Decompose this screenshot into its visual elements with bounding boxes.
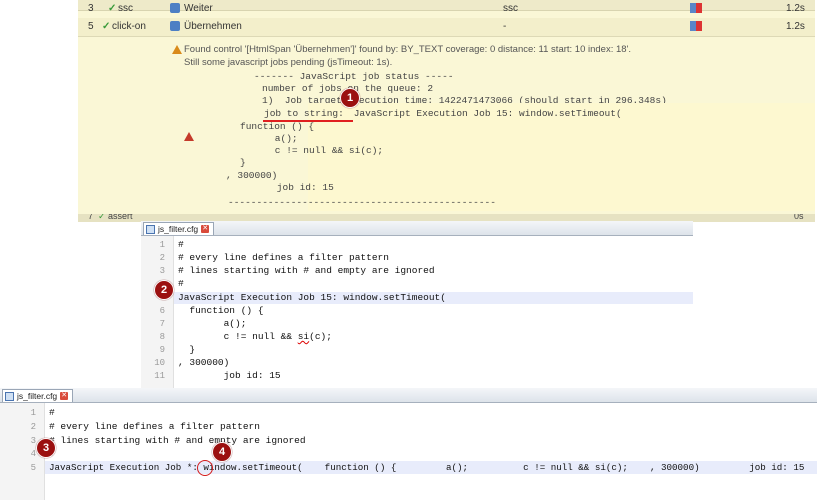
log-message-line1: Found control '[HtmlSpan 'Übernehmen']' …: [184, 44, 632, 55]
job-to-string-label: job to string:: [264, 108, 344, 119]
tab-label: js_filter.cfg: [158, 224, 199, 234]
code-line[interactable]: #: [178, 278, 184, 289]
code-segment: JavaScript Execution Job: [49, 462, 187, 473]
line-number: 8: [159, 332, 165, 342]
line-number: 10: [154, 358, 165, 368]
line-number: 6: [159, 306, 165, 316]
row-index: 7: [88, 214, 94, 221]
callout-badge-1: 1: [340, 88, 360, 108]
code-line[interactable]: job id: 15: [178, 370, 281, 381]
log-message-line2: Still some javascript jobs pending (jsTi…: [184, 57, 393, 68]
code-line[interactable]: #: [178, 239, 184, 250]
line-number: 9: [159, 345, 165, 355]
status-icon: [690, 3, 702, 16]
close-icon[interactable]: ✕: [60, 392, 69, 400]
close-icon[interactable]: ✕: [201, 225, 210, 233]
log-code-line: }: [240, 157, 246, 168]
line-number: 4: [30, 449, 36, 459]
row-label: click-on: [112, 21, 146, 32]
row-widget: Übernehmen: [184, 21, 242, 32]
tab-label: js_filter.cfg: [17, 391, 58, 401]
row-mid: ssc: [503, 3, 518, 14]
warning-icon: [172, 45, 182, 54]
log-row-click-on[interactable]: 5 ✓ click-on Übernehmen - 1.2s: [78, 18, 815, 37]
spelling-squiggle: si: [297, 331, 310, 342]
row-time: 0s: [794, 214, 804, 221]
log-code-line: ----------------------------------------…: [228, 197, 496, 208]
log-code-line: ------- JavaScript job status -----: [254, 71, 454, 82]
code-line[interactable]: #: [49, 407, 55, 418]
code-line[interactable]: # lines starting with # and empty are ig…: [49, 435, 306, 446]
log-code-line: c != null && si(c);: [252, 145, 384, 156]
code-line[interactable]: c != null && si(c);: [178, 331, 332, 342]
log-code-line: job id: 15: [254, 182, 334, 193]
code-line[interactable]: # every line defines a filter pattern: [178, 252, 389, 263]
row-time: 1.2s: [786, 21, 805, 32]
code-segment: c != null &&: [178, 331, 298, 342]
editor-js-filter-bottom[interactable]: js_filter.cfg ✕ 1 2 3 4 5 # # every line…: [0, 388, 817, 500]
line-number: 5: [30, 463, 36, 473]
log-code-line: a();: [252, 133, 298, 144]
callout-badge-4: 4: [212, 442, 232, 462]
tab-js-filter-cfg[interactable]: js_filter.cfg ✕: [143, 222, 215, 235]
line-number: 3: [30, 436, 36, 446]
check-icon: ✓: [102, 21, 111, 32]
file-icon: [146, 224, 155, 234]
widget-icon: [170, 21, 180, 34]
red-circle-mark: [197, 460, 213, 476]
file-icon: [5, 391, 14, 401]
tab-js-filter-cfg[interactable]: js_filter.cfg ✕: [2, 389, 74, 402]
check-icon: ✓: [108, 3, 117, 14]
editor-tab-bar: js_filter.cfg ✕: [141, 221, 693, 236]
code-line[interactable]: a();: [178, 318, 247, 329]
code-segment: (c);: [309, 331, 332, 342]
row-label: assert: [108, 214, 133, 221]
code-line[interactable]: function () {: [178, 305, 263, 316]
job-code-box: [308, 103, 815, 211]
log-code-line: JavaScript Execution Job 15: window.setT…: [348, 108, 622, 119]
row-index: 3: [88, 3, 94, 14]
code-line[interactable]: }: [178, 344, 195, 355]
line-number: 7: [159, 319, 165, 329]
line-number: 1: [30, 408, 36, 418]
line-number: 2: [30, 422, 36, 432]
line-number: 11: [154, 371, 165, 381]
editor-tab-bar: js_filter.cfg ✕: [0, 388, 817, 403]
line-number: 3: [159, 266, 165, 276]
log-code-line: , 300000): [226, 170, 278, 181]
code-segment: : window.setTimeout( function () { a(); …: [192, 462, 805, 473]
line-number: 1: [159, 240, 165, 250]
row-label: ssc: [118, 3, 133, 14]
log-code-line: function () {: [240, 121, 315, 132]
line-number: 2: [159, 253, 165, 263]
row-mid: -: [503, 21, 507, 32]
editor-js-filter-top[interactable]: js_filter.cfg ✕ 1 2 3 4 5 6 7 8 9 10 11 …: [141, 221, 693, 388]
row-widget: Weiter: [184, 3, 213, 14]
row-index: 5: [88, 21, 94, 32]
callout-badge-2: 2: [154, 280, 174, 300]
code-line[interactable]: # every line defines a filter pattern: [49, 421, 260, 432]
test-log-panel: 3 ✓ ssc Weiter ssc 1.2s 5 ✓ click-on Übe…: [78, 0, 815, 214]
code-line[interactable]: , 300000): [178, 357, 229, 368]
code-line[interactable]: # lines starting with # and empty are ig…: [178, 265, 435, 276]
check-icon: ✓: [98, 214, 106, 221]
error-icon: [184, 132, 194, 141]
code-line[interactable]: JavaScript Execution Job 15: window.setT…: [178, 292, 446, 303]
status-icon: [690, 21, 702, 34]
row-time: 1.2s: [786, 3, 805, 14]
callout-badge-3: 3: [36, 438, 56, 458]
code-line[interactable]: JavaScript Execution Job *: window.setTi…: [49, 462, 804, 473]
widget-icon: [170, 3, 180, 16]
log-row-previous[interactable]: 3 ✓ ssc Weiter ssc 1.2s: [78, 0, 815, 14]
